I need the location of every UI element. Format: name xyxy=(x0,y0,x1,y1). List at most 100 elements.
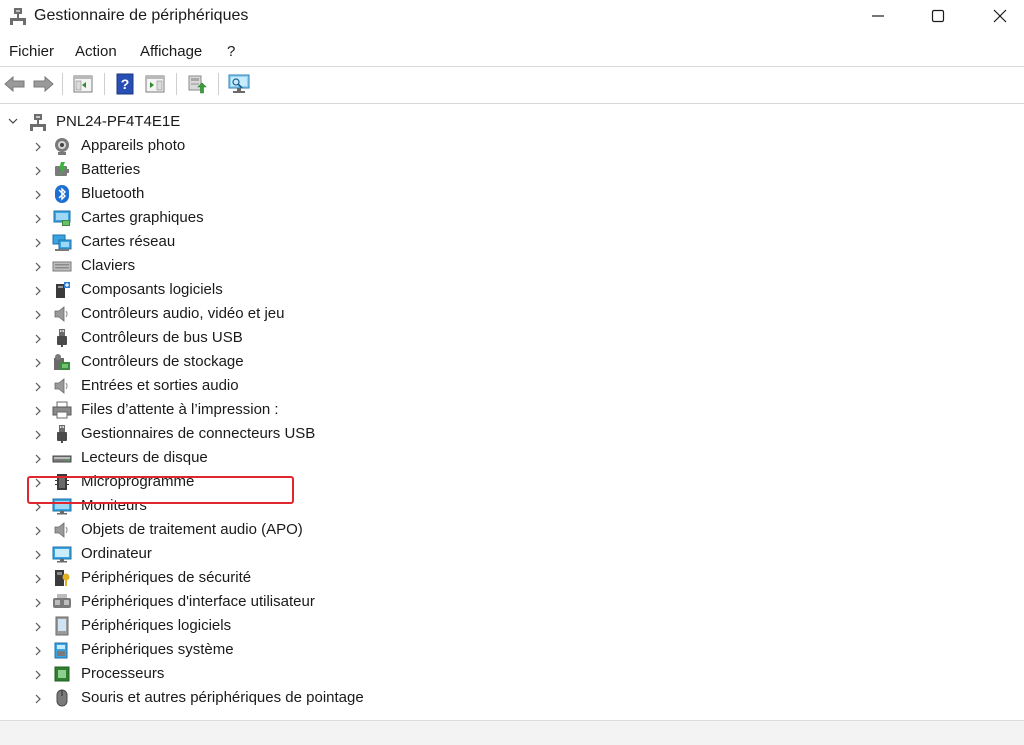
help-button[interactable]: ? xyxy=(112,72,138,96)
minimize-button[interactable] xyxy=(846,0,910,32)
tree-item-label: Périphériques système xyxy=(81,641,234,658)
menu-help[interactable]: ? xyxy=(227,43,235,60)
chevron-right-icon[interactable] xyxy=(33,189,43,201)
tree-item[interactable]: Objets de traitement audio (APO) xyxy=(28,518,528,542)
tree-item[interactable]: Bluetooth xyxy=(28,182,528,206)
menu-divider xyxy=(0,66,1024,67)
chevron-right-icon[interactable] xyxy=(33,357,43,369)
toolbar-separator xyxy=(62,73,63,95)
chevron-right-icon[interactable] xyxy=(33,213,43,225)
chevron-right-icon[interactable] xyxy=(33,621,43,633)
tree-item[interactable]: Batteries xyxy=(28,158,528,182)
chevron-right-icon[interactable] xyxy=(33,309,43,321)
console-tree-button[interactable] xyxy=(142,72,168,96)
tree-item[interactable]: Périphériques logiciels xyxy=(28,614,528,638)
chevron-right-icon[interactable] xyxy=(33,453,43,465)
chevron-right-icon[interactable] xyxy=(33,165,43,177)
properties-pane-button[interactable] xyxy=(70,72,96,96)
scan-hardware-button[interactable] xyxy=(226,72,252,96)
toolbar-separator xyxy=(218,73,219,95)
forward-arrow-icon xyxy=(33,75,54,93)
toolbar-separator xyxy=(104,73,105,95)
tree-root[interactable]: PNL24-PF4T4E1E xyxy=(0,110,400,134)
display-adapter-icon xyxy=(53,210,71,226)
tree-item[interactable]: Appareils photo xyxy=(28,134,528,158)
tree-item-label: Claviers xyxy=(81,257,136,274)
chevron-right-icon[interactable] xyxy=(33,285,43,297)
printer-icon xyxy=(52,401,72,419)
tree-item-label: Périphériques logiciels xyxy=(81,617,232,634)
chevron-right-icon[interactable] xyxy=(33,549,43,561)
tree-item-label: Objets de traitement audio (APO) xyxy=(81,521,303,538)
bluetooth-icon xyxy=(55,185,69,203)
maximize-icon xyxy=(931,9,945,23)
back-button[interactable] xyxy=(2,72,28,96)
chevron-right-icon[interactable] xyxy=(33,405,43,417)
tree-item[interactable]: Souris et autres périphériques de pointa… xyxy=(28,686,528,710)
chevron-right-icon[interactable] xyxy=(33,261,43,273)
tree-item[interactable]: Lecteurs de disque xyxy=(28,446,528,470)
update-driver-button[interactable] xyxy=(184,72,210,96)
tree-item-label: Périphériques de sécurité xyxy=(81,569,252,586)
scan-hardware-icon xyxy=(228,74,250,93)
highlight-box xyxy=(27,476,294,504)
console-tree-icon xyxy=(145,75,165,93)
forward-button[interactable] xyxy=(30,72,56,96)
chevron-right-icon[interactable] xyxy=(33,597,43,609)
tree-item[interactable]: Gestionnaires de connecteurs USB xyxy=(28,422,528,446)
disk-drive-icon xyxy=(52,455,72,463)
usb-icon xyxy=(57,425,67,443)
tree-item[interactable]: Périphériques de sécurité xyxy=(28,566,528,590)
speaker-icon xyxy=(54,306,68,322)
software-component-icon xyxy=(56,282,70,298)
chevron-right-icon[interactable] xyxy=(33,381,43,393)
tree-item[interactable]: Claviers xyxy=(28,254,528,278)
tree-item[interactable]: Contrôleurs de bus USB xyxy=(28,326,528,350)
tree-item-label: Périphériques d'interface utilisateur xyxy=(81,593,315,610)
chevron-right-icon[interactable] xyxy=(33,525,43,537)
tree-item[interactable]: Composants logiciels xyxy=(28,278,528,302)
chevron-right-icon[interactable] xyxy=(33,693,43,705)
tree-item[interactable]: Périphériques d'interface utilisateur xyxy=(28,590,528,614)
update-driver-icon xyxy=(188,75,207,94)
window-title: Gestionnaire de périphériques xyxy=(34,7,249,24)
tree-item-label: Files d’attente à l’impression : xyxy=(81,401,279,418)
computer-host-icon xyxy=(30,114,46,131)
processor-icon xyxy=(54,666,70,682)
chevron-down-icon[interactable] xyxy=(7,116,19,126)
svg-text:?: ? xyxy=(121,76,130,92)
tree-item-label: Lecteurs de disque xyxy=(81,449,208,466)
tree-item-label: Souris et autres périphériques de pointa… xyxy=(81,689,364,706)
tree-item[interactable]: Contrôleurs de stockage xyxy=(28,350,528,374)
maximize-button[interactable] xyxy=(906,0,970,32)
tree-item[interactable]: Entrées et sorties audio xyxy=(28,374,528,398)
tree-item[interactable]: Cartes graphiques xyxy=(28,206,528,230)
tree-item[interactable]: Cartes réseau xyxy=(28,230,528,254)
tree-item[interactable]: Ordinateur xyxy=(28,542,528,566)
menu-action[interactable]: Action xyxy=(75,43,117,60)
storage-controller-icon xyxy=(54,354,70,370)
chevron-right-icon[interactable] xyxy=(33,573,43,585)
tree-item[interactable]: Processeurs xyxy=(28,662,528,686)
chevron-right-icon[interactable] xyxy=(33,237,43,249)
tree-item-label: Contrôleurs de bus USB xyxy=(81,329,243,346)
battery-icon xyxy=(55,162,69,176)
chevron-right-icon[interactable] xyxy=(33,333,43,345)
security-device-icon xyxy=(55,570,70,586)
chevron-right-icon[interactable] xyxy=(33,141,43,153)
menu-view[interactable]: Affichage xyxy=(140,43,202,60)
toolbar-separator xyxy=(176,73,177,95)
tree-item[interactable]: Contrôleurs audio, vidéo et jeu xyxy=(28,302,528,326)
menu-file[interactable]: Fichier xyxy=(9,43,54,60)
close-button[interactable] xyxy=(968,0,1024,32)
tree-item[interactable]: Périphériques système xyxy=(28,638,528,662)
chevron-right-icon[interactable] xyxy=(33,645,43,657)
system-device-icon xyxy=(54,642,68,659)
usb-icon xyxy=(57,329,67,347)
tree-item-label: Ordinateur xyxy=(81,545,152,562)
tree-item-label: Bluetooth xyxy=(81,185,145,202)
tree-item[interactable]: Files d’attente à l’impression : xyxy=(28,398,528,422)
chevron-right-icon[interactable] xyxy=(33,429,43,441)
chevron-right-icon[interactable] xyxy=(33,669,43,681)
device-tree: PNL24-PF4T4E1E Appareils photo Batteries B… xyxy=(0,108,1024,716)
